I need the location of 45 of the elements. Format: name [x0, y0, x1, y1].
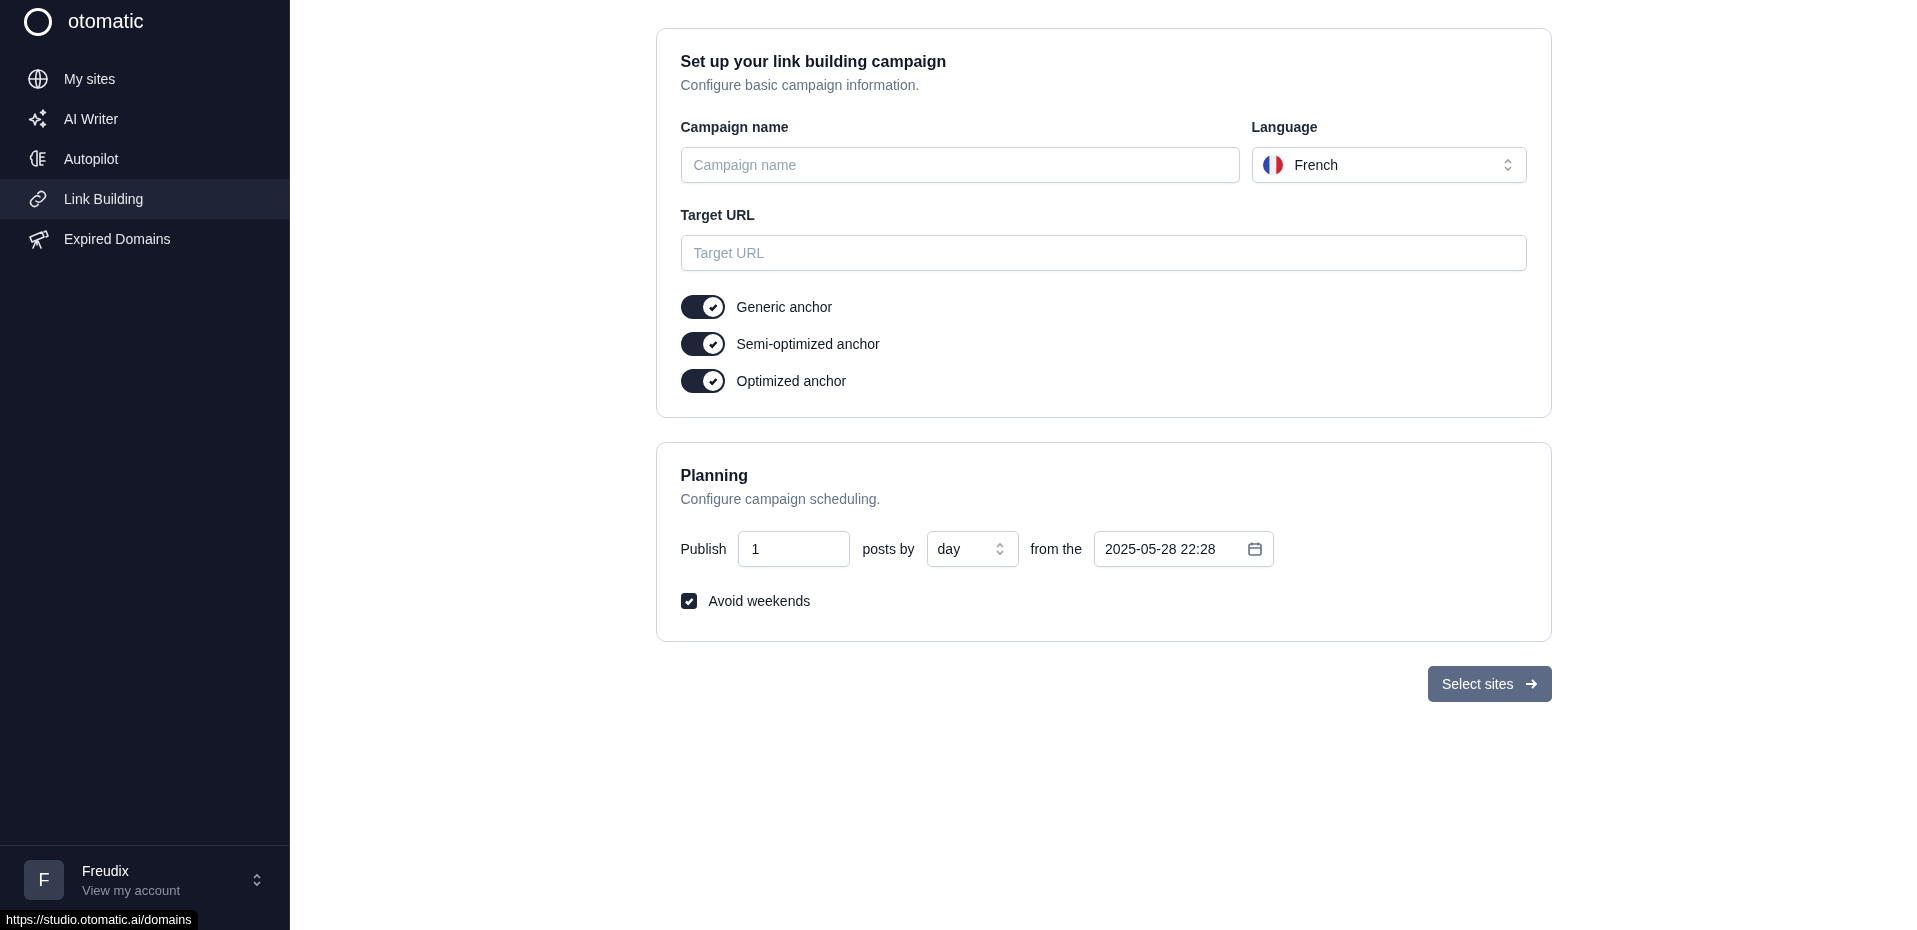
- telescope-icon: [26, 227, 50, 251]
- toggle-switch[interactable]: [680, 369, 725, 393]
- date-field[interactable]: 2025-05-28 22:28: [1093, 531, 1274, 567]
- check-icon: [707, 339, 718, 349]
- sidebar-item[interactable]: Expired Domains: [0, 219, 289, 259]
- toggle-label: Semi-optimized anchor: [736, 336, 880, 352]
- account-link[interactable]: View my account: [82, 882, 231, 898]
- sidebar-item[interactable]: AI Writer: [0, 99, 289, 139]
- toggle-label: Generic anchor: [736, 299, 833, 315]
- field-label: Language: [1251, 119, 1319, 135]
- toggle-switch[interactable]: [680, 295, 725, 319]
- campaign-name-field[interactable]: Campaign name: [680, 147, 1240, 183]
- flag-icon: [1262, 155, 1283, 175]
- posts-by-label: posts by: [862, 541, 915, 557]
- calendar-icon: [1246, 541, 1263, 557]
- card-title: Planning: [680, 467, 750, 485]
- check-icon: [683, 596, 694, 606]
- arrow-right-icon: [1523, 677, 1538, 691]
- sidebar-item[interactable]: Link Building: [0, 179, 289, 219]
- link-url-tooltip: https://studio.otomatic.ai/domains: [0, 910, 198, 930]
- publish-label: Publish: [680, 541, 727, 557]
- field-label: Campaign name: [680, 119, 790, 135]
- check-icon: [707, 376, 718, 386]
- language-select[interactable]: French: [1251, 147, 1527, 183]
- checkbox[interactable]: [680, 593, 697, 609]
- avatar: F: [24, 860, 64, 900]
- select-sites-button[interactable]: Select sites: [1427, 666, 1552, 702]
- target-url-field[interactable]: Target URL: [680, 235, 1527, 271]
- toggle-label: Optimized anchor: [736, 373, 847, 389]
- toggle-switch[interactable]: [680, 332, 725, 356]
- brand-name: otomatic: [68, 10, 144, 33]
- sidebar-item[interactable]: My sites: [0, 59, 289, 99]
- card-title: Set up your link building campaign: [680, 53, 948, 71]
- field-label: Target URL: [680, 207, 756, 223]
- post-count-field[interactable]: 1: [738, 531, 851, 567]
- card-subtitle: Configure basic campaign information.: [680, 77, 921, 93]
- globe-icon: [26, 67, 50, 91]
- sidebar-item[interactable]: Autopilot: [0, 139, 289, 179]
- period-select[interactable]: day: [926, 531, 1019, 567]
- checkbox-label: Avoid weekends: [708, 593, 811, 609]
- from-label: from the: [1030, 541, 1082, 557]
- check-icon: [707, 302, 718, 312]
- account-name: Freudix: [82, 862, 130, 879]
- logo-icon: [24, 7, 52, 36]
- card-subtitle: Configure campaign scheduling.: [680, 491, 882, 507]
